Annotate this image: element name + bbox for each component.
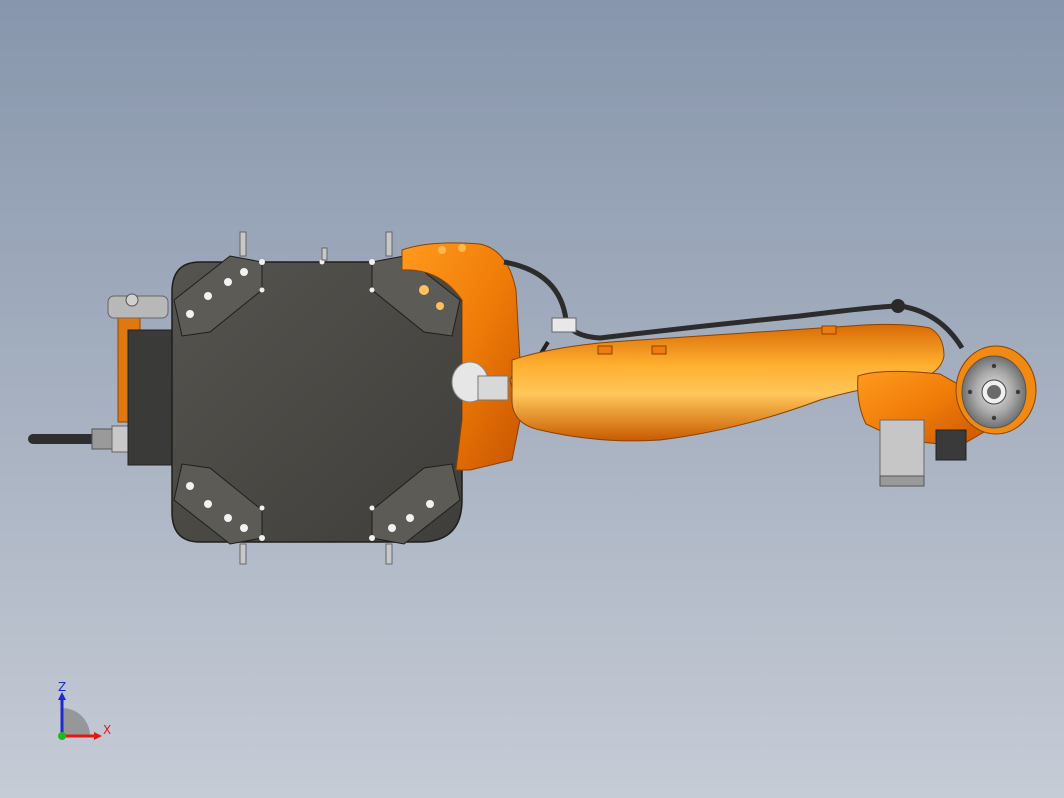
robot-wrist-flange [955, 345, 1037, 435]
triad-plane-shading [62, 708, 90, 736]
orientation-triad[interactable]: Z X [58, 680, 111, 740]
z-axis-label: Z [58, 680, 66, 694]
y-axis-dot [58, 732, 66, 740]
robot-base-plate [171, 231, 463, 565]
x-axis-label: X [103, 723, 111, 737]
cad-viewport[interactable]: Z X [0, 0, 1064, 798]
robot-model[interactable]: Z X [0, 0, 1064, 798]
power-cable [28, 425, 129, 453]
